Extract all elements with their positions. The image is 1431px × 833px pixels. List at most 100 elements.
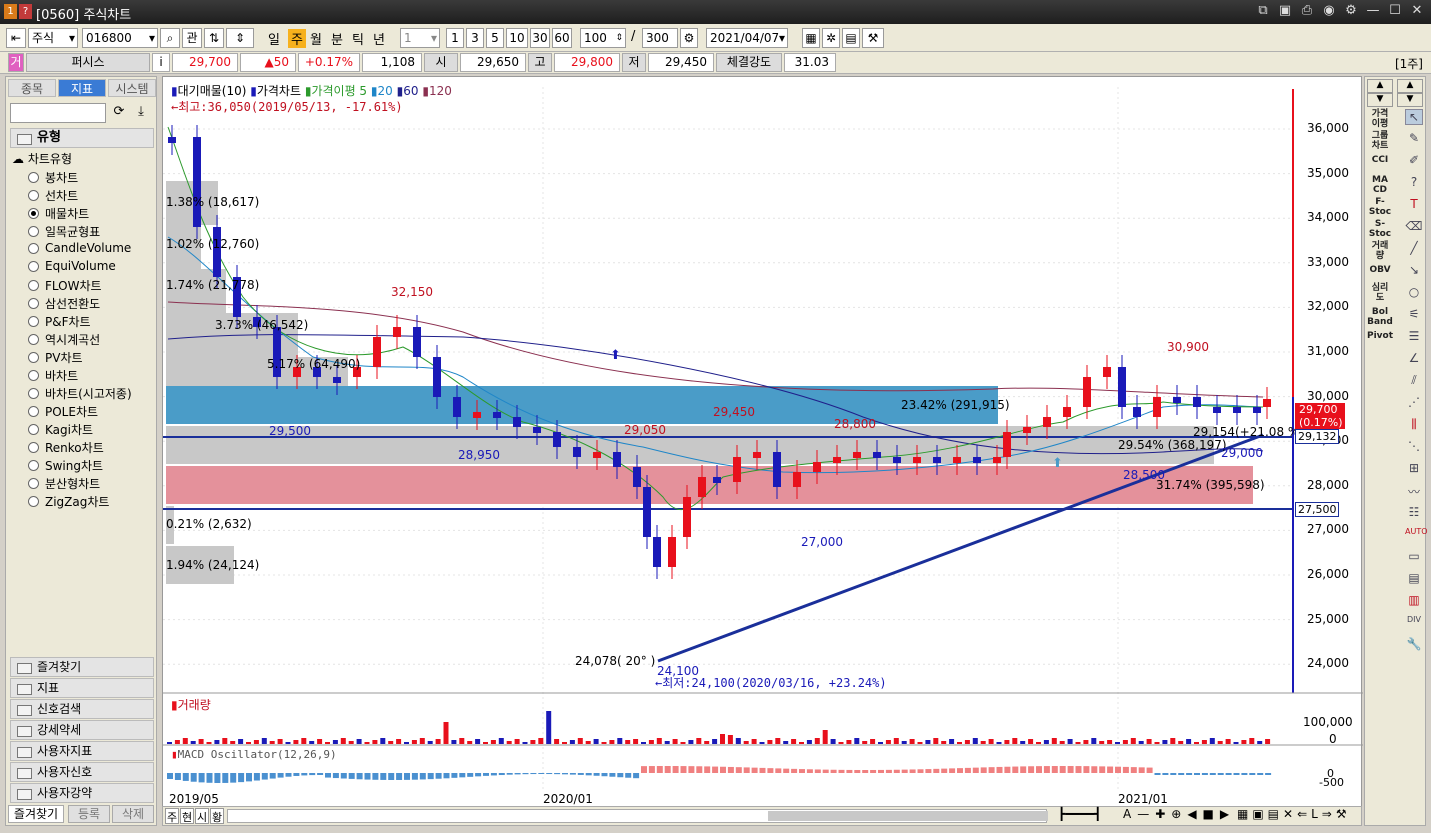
- settings-icon[interactable]: ⚙: [680, 28, 698, 48]
- radio-icon[interactable]: [28, 370, 39, 381]
- color-icon[interactable]: ✎: [1405, 131, 1423, 147]
- radio-icon[interactable]: [28, 388, 39, 399]
- interval-60[interactable]: 60: [552, 28, 572, 48]
- interval-select[interactable]: 1 ▾: [400, 28, 440, 48]
- radio-icon[interactable]: [28, 226, 39, 237]
- radio-icon[interactable]: [28, 298, 39, 309]
- all-icon[interactable]: ✐: [1405, 153, 1423, 169]
- radio-icon[interactable]: [28, 406, 39, 417]
- tab-stock[interactable]: 종목: [8, 79, 56, 97]
- chart-type-option[interactable]: PV차트: [28, 349, 83, 366]
- tree-chart-type[interactable]: ☁ 차트유형: [12, 150, 72, 167]
- copy-icon[interactable]: ▣: [1277, 3, 1293, 19]
- interval-3[interactable]: 3: [466, 28, 484, 48]
- indicator-shortcut[interactable]: 가격 이평: [1367, 109, 1393, 129]
- radio-icon[interactable]: [28, 190, 39, 201]
- angle-icon[interactable]: ∠: [1405, 351, 1423, 367]
- chart-type-option[interactable]: 역시계곡선: [28, 331, 100, 348]
- div-icon[interactable]: DIV: [1405, 615, 1423, 631]
- close-icon[interactable]: ✕: [1409, 3, 1425, 19]
- download-icon[interactable]: ⤓: [132, 104, 150, 122]
- chart-type-option[interactable]: 바차트(시고저종): [28, 385, 132, 402]
- bottom-btn-current[interactable]: 현: [180, 808, 194, 824]
- indicator-shortcut[interactable]: MA CD: [1367, 175, 1393, 195]
- chart-type-option[interactable]: 삼선전환도: [28, 295, 100, 312]
- indicator-shortcut[interactable]: 그룹 차트: [1367, 131, 1393, 151]
- folder-user-signals[interactable]: 사용자신호: [10, 762, 154, 782]
- sort-icon[interactable]: ⇅: [204, 28, 224, 48]
- chart-type-option[interactable]: 매물차트: [28, 205, 89, 222]
- cursor-icon[interactable]: ↖: [1405, 109, 1423, 125]
- bottom-btn-week[interactable]: 주: [165, 808, 179, 824]
- chart-type-option[interactable]: ZigZag차트: [28, 493, 109, 510]
- text-icon[interactable]: T: [1405, 197, 1423, 213]
- chart-type-option[interactable]: P&F차트: [28, 313, 91, 330]
- channel-icon[interactable]: ⫽: [1405, 373, 1423, 389]
- stock-code-input[interactable]: 016800 ▾: [82, 28, 158, 48]
- interval-10[interactable]: 10: [506, 28, 528, 48]
- radio-icon[interactable]: [28, 352, 39, 363]
- radio-icon[interactable]: [28, 424, 39, 435]
- chart-type-option[interactable]: 봉차트: [28, 169, 78, 186]
- chart-type-option[interactable]: Renko차트: [28, 439, 104, 456]
- indicator-shortcut[interactable]: 심리 도: [1367, 283, 1393, 303]
- chart-type-option[interactable]: Kagi차트: [28, 421, 93, 438]
- chart-type-option[interactable]: 분산형차트: [28, 475, 100, 492]
- radio-icon[interactable]: [28, 316, 39, 327]
- level-icon[interactable]: ☷: [1405, 505, 1423, 521]
- circle-icon[interactable]: ○: [1405, 285, 1423, 301]
- arrow-line-icon[interactable]: ↘: [1405, 263, 1423, 279]
- fan-icon[interactable]: ⋱: [1405, 439, 1423, 455]
- kwan-button[interactable]: 관: [182, 28, 202, 48]
- calendar-icon[interactable]: ▦: [802, 28, 820, 48]
- tab-indicator[interactable]: 지표: [58, 79, 106, 97]
- interval-1[interactable]: 1: [446, 28, 464, 48]
- radio-icon[interactable]: [28, 280, 39, 291]
- cycle-icon[interactable]: ⫼: [1405, 417, 1423, 433]
- indicator-search-input[interactable]: [10, 103, 106, 123]
- period-month[interactable]: 월: [310, 29, 322, 48]
- legend-ma5[interactable]: 가격이평 5: [311, 84, 367, 98]
- print-icon[interactable]: ⎙: [1299, 3, 1315, 19]
- wave-icon[interactable]: 〰: [1405, 483, 1423, 499]
- folder-indicators[interactable]: 지표: [10, 678, 154, 698]
- interval-30[interactable]: 30: [530, 28, 550, 48]
- period-week[interactable]: 주: [288, 29, 306, 48]
- indicator-shortcut[interactable]: Pivot: [1367, 331, 1393, 341]
- legend-ma20[interactable]: 20: [378, 84, 393, 98]
- radio-icon[interactable]: [28, 478, 39, 489]
- folder-user-strength[interactable]: 사용자강약: [10, 783, 154, 803]
- radio-icon[interactable]: [28, 442, 39, 453]
- minimize-icon[interactable]: —: [1365, 3, 1381, 19]
- favorites-button[interactable]: 즐겨찾기: [8, 805, 64, 823]
- chart-type-option[interactable]: EquiVolume: [28, 259, 116, 273]
- spinner-icon[interactable]: ⇕: [226, 28, 254, 48]
- indicator-shortcut[interactable]: F- Stoc: [1367, 197, 1393, 217]
- scroll-up-icon-2[interactable]: ▲: [1397, 79, 1423, 93]
- gear-icon[interactable]: ⚙: [1343, 3, 1359, 19]
- radio-icon[interactable]: [28, 208, 39, 219]
- info-button[interactable]: i: [152, 53, 170, 72]
- date-select[interactable]: 2021/04/07 ▾: [706, 28, 788, 48]
- wrench-icon[interactable]: 🔧: [1405, 637, 1423, 653]
- folder-signal-search[interactable]: 신호검색: [10, 699, 154, 719]
- line-icon[interactable]: ╱: [1405, 241, 1423, 257]
- radio-icon[interactable]: [28, 260, 39, 272]
- tools-icon[interactable]: ⚒: [862, 28, 884, 48]
- radio-icon[interactable]: [28, 334, 39, 345]
- search-icon[interactable]: ⌕: [160, 28, 180, 48]
- chart-scrollbar[interactable]: [227, 809, 1048, 823]
- prev-stock-button[interactable]: ⇤: [6, 28, 26, 48]
- chart-type-option[interactable]: CandleVolume: [28, 241, 131, 255]
- scroll-down-icon[interactable]: ▼: [1367, 93, 1393, 107]
- maximize-icon[interactable]: ☐: [1387, 3, 1403, 19]
- bottom-btn-market[interactable]: 시: [195, 808, 209, 824]
- indicator-shortcut[interactable]: S- Stoc: [1367, 219, 1393, 239]
- refresh-icon[interactable]: ⟳: [110, 104, 128, 122]
- hline-icon[interactable]: ☰: [1405, 329, 1423, 345]
- register-button[interactable]: 등록: [68, 805, 110, 823]
- tab-system[interactable]: 시스템: [108, 79, 156, 97]
- scroll-down-icon-2[interactable]: ▼: [1397, 93, 1423, 107]
- bars-icon[interactable]: ▥: [1405, 593, 1423, 609]
- radio-icon[interactable]: [28, 496, 39, 507]
